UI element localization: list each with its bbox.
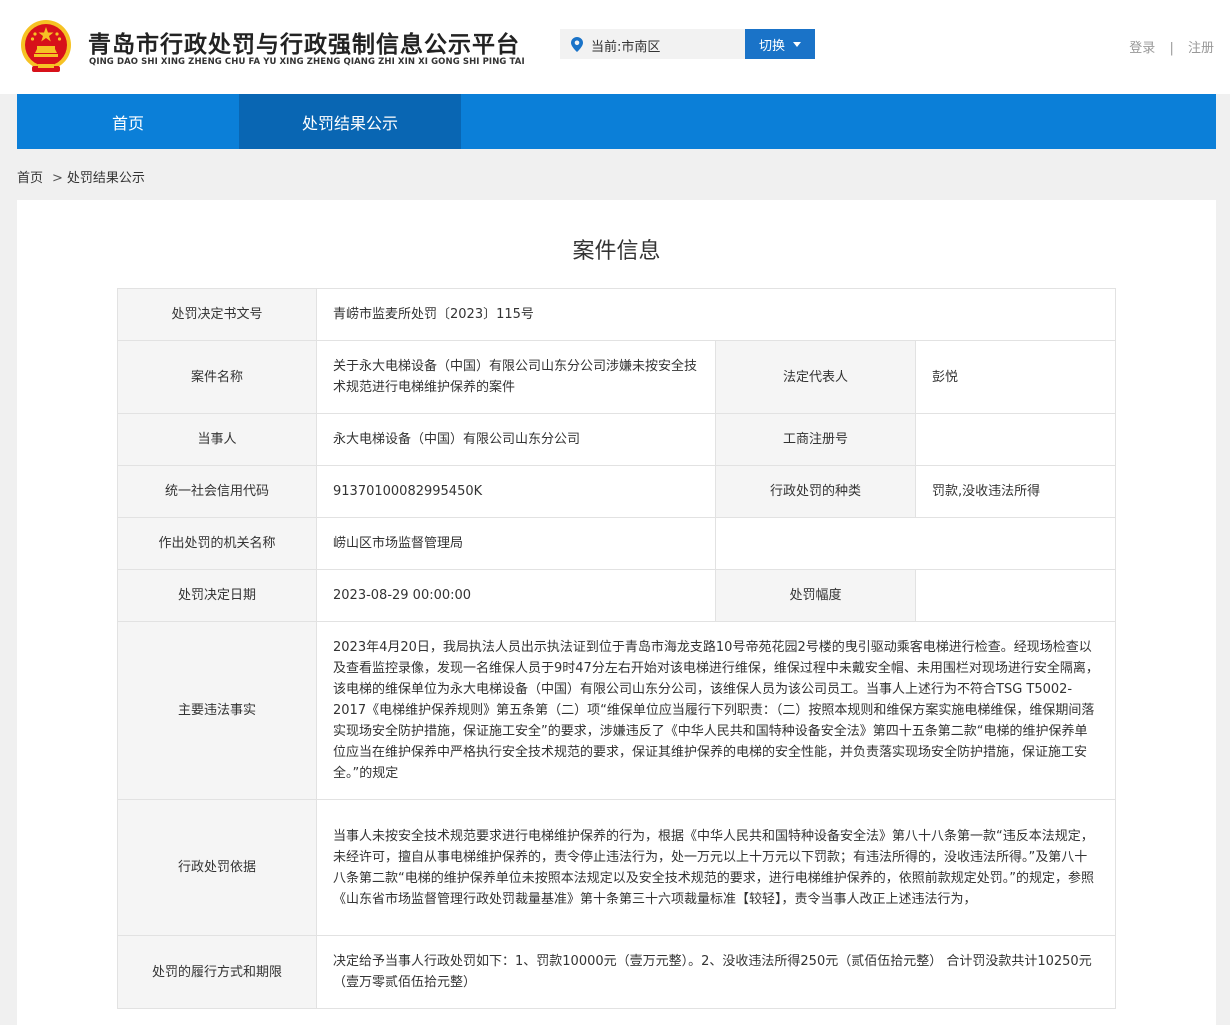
breadcrumb-separator: > [52, 171, 63, 186]
case-name-label: 案件名称 [117, 340, 317, 414]
auth-links: 登录 | 注册 [1129, 37, 1214, 56]
execution-label: 处罚的履行方式和期限 [117, 935, 317, 1009]
login-link[interactable]: 登录 [1129, 41, 1155, 56]
penalty-range-label: 处罚幅度 [715, 569, 916, 622]
breadcrumb-home[interactable]: 首页 [17, 171, 43, 186]
current-location: 当前:市南区 [560, 29, 745, 59]
nav-item-home[interactable]: 首页 [17, 94, 239, 149]
party-value: 永大电梯设备（中国）有限公司山东分公司 [316, 413, 716, 466]
basis-value: 当事人未按安全技术规范要求进行电梯维护保养的行为，根据《中华人民共和国特种设备安… [316, 799, 1116, 936]
authority-label: 作出处罚的机关名称 [117, 517, 317, 570]
main-nav: 首页 处罚结果公示 [17, 94, 1216, 149]
decision-no-value: 青崂市监麦所处罚〔2023〕115号 [316, 288, 1116, 341]
penalty-type-label: 行政处罚的种类 [715, 465, 916, 518]
register-link[interactable]: 注册 [1188, 41, 1214, 56]
table-row: 当事人 永大电梯设备（中国）有限公司山东分公司 工商注册号 [117, 413, 1116, 466]
breadcrumb-current: 处罚结果公示 [66, 171, 145, 186]
caret-down-icon [793, 41, 801, 47]
facts-label: 主要违法事实 [117, 621, 317, 800]
biz-reg-no-label: 工商注册号 [715, 413, 916, 466]
decision-date-label: 处罚决定日期 [117, 569, 317, 622]
legal-rep-value: 彭悦 [915, 340, 1116, 414]
table-row: 主要违法事实 2023年4月20日，我局执法人员出示执法证到位于青岛市海龙支路1… [117, 621, 1116, 800]
credit-code-value: 91370100082995450K [316, 465, 716, 518]
site-title-pinyin: QING DAO SHI XING ZHENG CHU FA YU XING Z… [89, 57, 525, 67]
credit-code-label: 统一社会信用代码 [117, 465, 317, 518]
case-name-value: 关于永大电梯设备（中国）有限公司山东分公司涉嫌未按安全技术规范进行电梯维护保养的… [316, 340, 716, 414]
execution-value: 决定给予当事人行政处罚如下：1、罚款10000元（壹万元整）。2、没收违法所得2… [316, 935, 1116, 1009]
legal-rep-label: 法定代表人 [715, 340, 916, 414]
auth-separator: | [1169, 41, 1174, 56]
table-row: 案件名称 关于永大电梯设备（中国）有限公司山东分公司涉嫌未按安全技术规范进行电梯… [117, 340, 1116, 414]
location-text: 当前:市南区 [591, 40, 661, 55]
table-row: 行政处罚依据 当事人未按安全技术规范要求进行电梯维护保养的行为，根据《中华人民共… [117, 799, 1116, 936]
table-row: 处罚决定书文号 青崂市监麦所处罚〔2023〕115号 [117, 288, 1116, 341]
table-row: 处罚的履行方式和期限 决定给予当事人行政处罚如下：1、罚款10000元（壹万元整… [117, 935, 1116, 1009]
empty-cell [715, 517, 1116, 570]
table-row: 统一社会信用代码 91370100082995450K 行政处罚的种类 罚款,没… [117, 465, 1116, 518]
facts-value: 2023年4月20日，我局执法人员出示执法证到位于青岛市海龙支路10号帝苑花园2… [316, 621, 1116, 800]
table-row: 处罚决定日期 2023-08-29 00:00:00 处罚幅度 [117, 569, 1116, 622]
party-label: 当事人 [117, 413, 317, 466]
case-info-table: 处罚决定书文号 青崂市监麦所处罚〔2023〕115号 案件名称 关于永大电梯设备… [117, 288, 1116, 1009]
switch-region-button[interactable]: 切换 [745, 29, 815, 59]
case-panel: 案件信息 处罚决定书文号 青崂市监麦所处罚〔2023〕115号 案件名称 关于永… [17, 200, 1216, 1025]
nav-item-penalty-results[interactable]: 处罚结果公示 [239, 94, 461, 149]
national-emblem-icon [21, 20, 71, 72]
page-title: 案件信息 [572, 239, 661, 264]
authority-value: 崂山区市场监督管理局 [316, 517, 716, 570]
switch-label: 切换 [758, 38, 785, 54]
decision-date-value: 2023-08-29 00:00:00 [316, 569, 716, 622]
location-pin-icon [571, 37, 583, 52]
biz-reg-no-value [915, 413, 1116, 466]
site-title: 青岛市行政处罚与行政强制信息公示平台 [88, 32, 520, 58]
penalty-range-value [915, 569, 1116, 622]
penalty-type-value: 罚款,没收违法所得 [915, 465, 1116, 518]
table-row: 作出处罚的机关名称 崂山区市场监督管理局 [117, 517, 1116, 570]
decision-no-label: 处罚决定书文号 [117, 288, 317, 341]
breadcrumb: 首页 > 处罚结果公示 [17, 167, 145, 186]
basis-label: 行政处罚依据 [117, 799, 317, 936]
site-header: 青岛市行政处罚与行政强制信息公示平台 QING DAO SHI XING ZHE… [0, 0, 1230, 94]
